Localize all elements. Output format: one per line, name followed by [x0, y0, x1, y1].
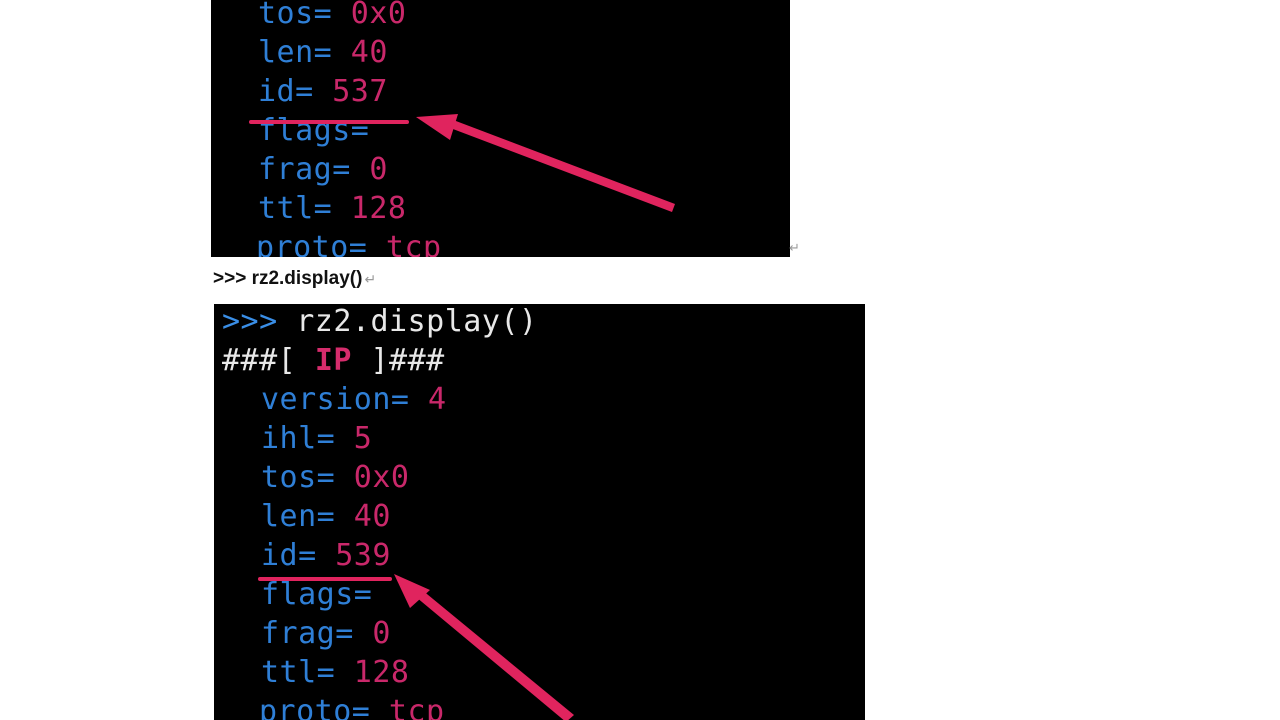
annotation-arrow-bottom	[394, 574, 574, 720]
